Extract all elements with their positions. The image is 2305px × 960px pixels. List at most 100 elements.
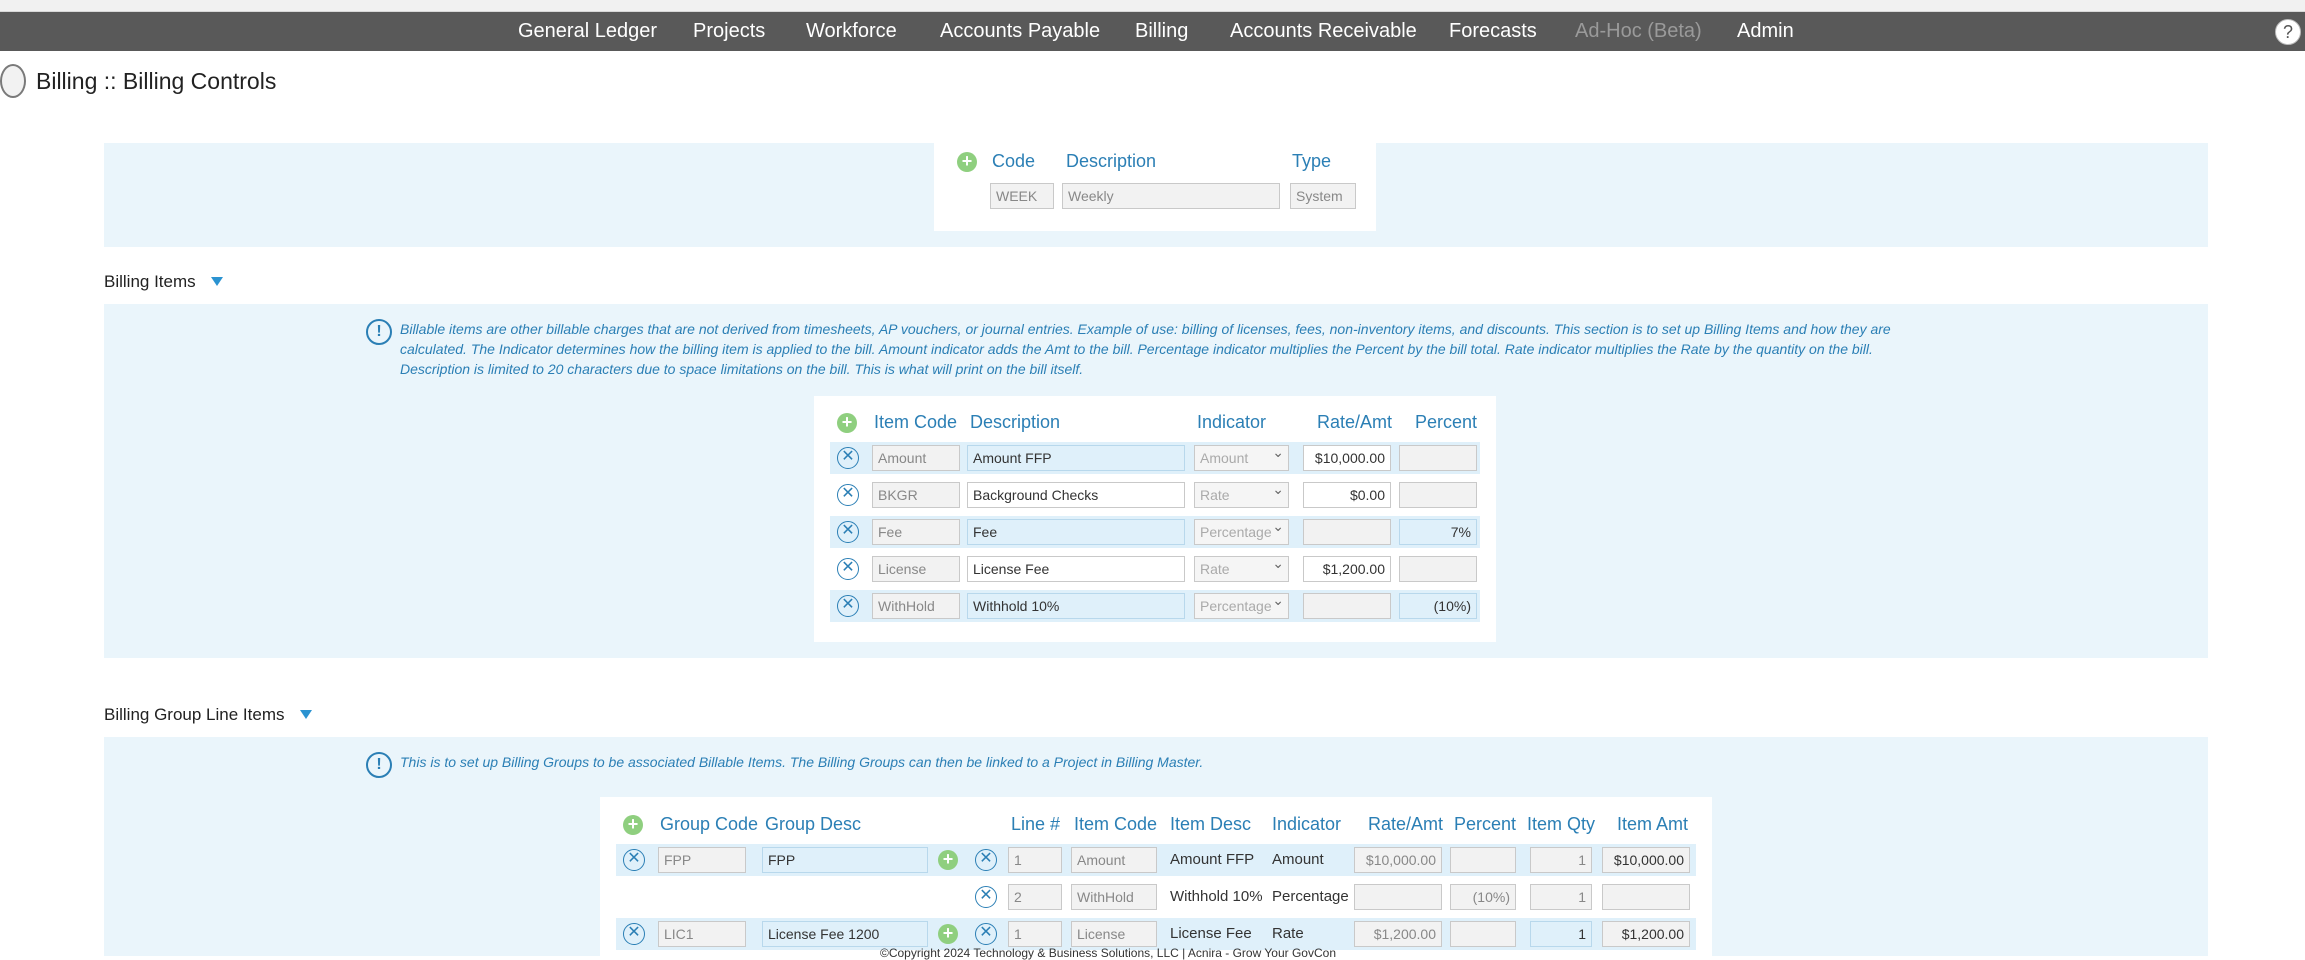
- item-indicator-select: Rate: [1194, 482, 1289, 508]
- item-percent-field[interactable]: 7%: [1399, 519, 1477, 545]
- frequency-card: + Code Description Type WEEK Weekly Syst…: [934, 143, 1376, 231]
- item-indicator-select: Percentage: [1194, 593, 1289, 619]
- item-code-field: WithHold: [872, 593, 960, 619]
- nav-accounts-receivable[interactable]: Accounts Receivable: [1230, 20, 1417, 43]
- item-rate-amt-field: [1303, 519, 1391, 545]
- line-item-amt-field: $1,200.00: [1602, 921, 1690, 947]
- delete-row-icon[interactable]: ✕: [837, 484, 859, 506]
- add-frequency-icon[interactable]: +: [957, 152, 977, 172]
- add-billing-group-icon[interactable]: +: [623, 815, 643, 835]
- billing-group-card: + Group Code Group Desc Line # Item Code…: [600, 797, 1712, 956]
- line-item-qty-field[interactable]: 1: [1530, 921, 1592, 947]
- help-icon[interactable]: ?: [2275, 19, 2301, 45]
- line-rate-amt-field: [1354, 884, 1442, 910]
- add-line-icon[interactable]: +: [938, 924, 958, 944]
- header-item-qty: Item Qty: [1527, 814, 1596, 834]
- delete-line-icon[interactable]: ✕: [975, 849, 997, 871]
- nav-admin[interactable]: Admin: [1737, 20, 1794, 43]
- billing-items-info-icon: !: [366, 319, 392, 345]
- frequency-header-description: Description: [1066, 151, 1157, 171]
- line-number-field: 1: [1008, 847, 1062, 873]
- frequency-description-field: Weekly: [1062, 183, 1280, 209]
- nav-projects[interactable]: Projects: [693, 20, 765, 43]
- billing-items-info-text: Billable items are other billable charge…: [400, 321, 1891, 377]
- line-percent-field: [1450, 921, 1516, 947]
- add-billing-item-icon[interactable]: +: [837, 413, 857, 433]
- header-item-amt: Item Amt: [1617, 814, 1689, 834]
- group-desc-field[interactable]: FPP: [762, 847, 928, 873]
- header-item-code: Item Code: [874, 412, 958, 432]
- line-item-desc: License Fee: [1170, 925, 1252, 942]
- delete-line-icon[interactable]: ✕: [975, 886, 997, 908]
- header-percent: Percent: [1415, 412, 1478, 432]
- nav-general-ledger[interactable]: General Ledger: [518, 20, 657, 43]
- item-code-field: Amount: [872, 445, 960, 471]
- item-description-field[interactable]: Amount FFP: [967, 445, 1185, 471]
- group-code-field: LIC1: [658, 921, 746, 947]
- delete-row-icon[interactable]: ✕: [837, 595, 859, 617]
- line-indicator: Amount: [1272, 851, 1324, 868]
- item-indicator-select: Amount: [1194, 445, 1289, 471]
- billing-group-items-label[interactable]: Billing Group Line Items: [104, 705, 284, 725]
- frequency-header-type: Type: [1292, 151, 1332, 171]
- line-rate-amt-field: $1,200.00: [1354, 921, 1442, 947]
- billing-items-toggle-icon[interactable]: [211, 277, 223, 286]
- item-description-field[interactable]: Background Checks: [967, 482, 1185, 508]
- nav-forecasts[interactable]: Forecasts: [1449, 20, 1537, 43]
- header-item-code: Item Code: [1074, 814, 1158, 834]
- footer-copyright: ©Copyright 2024 Technology & Business So…: [880, 946, 1336, 960]
- line-percent-field: [1450, 847, 1516, 873]
- line-percent-field: (10%): [1450, 884, 1516, 910]
- line-item-qty-field: 1: [1530, 884, 1592, 910]
- item-description-field[interactable]: Fee: [967, 519, 1185, 545]
- line-item-amt-field: $10,000.00: [1602, 847, 1690, 873]
- item-description-field[interactable]: Withhold 10%: [967, 593, 1185, 619]
- header-percent: Percent: [1454, 814, 1517, 834]
- billing-group-items-toggle-icon[interactable]: [300, 710, 312, 719]
- item-code-field: BKGR: [872, 482, 960, 508]
- line-item-code-field: Amount: [1071, 847, 1157, 873]
- line-item-code-field: WithHold: [1071, 884, 1157, 910]
- billing-module-icon: [0, 64, 26, 98]
- main-navbar: General Ledger Projects Workforce Accoun…: [0, 12, 2305, 51]
- header-description: Description: [970, 412, 1061, 432]
- nav-workforce[interactable]: Workforce: [806, 20, 897, 43]
- nav-adhoc-beta: Ad-Hoc (Beta): [1575, 20, 1702, 42]
- delete-row-icon[interactable]: ✕: [837, 521, 859, 543]
- group-code-field: FPP: [658, 847, 746, 873]
- group-desc-field[interactable]: License Fee 1200: [762, 921, 928, 947]
- line-rate-amt-field: $10,000.00: [1354, 847, 1442, 873]
- line-number-field: 1: [1008, 921, 1062, 947]
- item-rate-amt-field[interactable]: $1,200.00: [1303, 556, 1391, 582]
- item-indicator-select: Rate: [1194, 556, 1289, 582]
- billing-items-label[interactable]: Billing Items: [104, 272, 196, 292]
- billing-group-info-text: This is to set up Billing Groups to be a…: [400, 754, 1204, 770]
- item-code-field: Fee: [872, 519, 960, 545]
- item-percent-field[interactable]: (10%): [1399, 593, 1477, 619]
- item-indicator-select: Percentage: [1194, 519, 1289, 545]
- delete-line-icon[interactable]: ✕: [975, 923, 997, 945]
- header-indicator: Indicator: [1272, 814, 1342, 834]
- item-rate-amt-field[interactable]: $10,000.00: [1303, 445, 1391, 471]
- line-item-desc: Amount FFP: [1170, 851, 1255, 868]
- delete-row-icon[interactable]: ✕: [837, 447, 859, 469]
- frequency-code-field: WEEK: [990, 183, 1054, 209]
- nav-accounts-payable[interactable]: Accounts Payable: [940, 20, 1100, 43]
- header-group-desc: Group Desc: [765, 814, 862, 834]
- header-rate-amt: Rate/Amt: [1317, 412, 1393, 432]
- item-percent-field: [1399, 556, 1477, 582]
- item-percent-field: [1399, 482, 1477, 508]
- line-indicator: Percentage: [1272, 888, 1349, 905]
- item-description-field[interactable]: License Fee: [967, 556, 1185, 582]
- item-percent-field: [1399, 445, 1477, 471]
- add-line-icon[interactable]: +: [938, 850, 958, 870]
- frequency-type-field: System: [1290, 183, 1356, 209]
- header-indicator: Indicator: [1197, 412, 1267, 432]
- delete-group-icon[interactable]: ✕: [623, 849, 645, 871]
- item-rate-amt-field[interactable]: $0.00: [1303, 482, 1391, 508]
- nav-billing[interactable]: Billing: [1135, 20, 1188, 43]
- delete-group-icon[interactable]: ✕: [623, 923, 645, 945]
- line-indicator: Rate: [1272, 925, 1304, 942]
- delete-row-icon[interactable]: ✕: [837, 558, 859, 580]
- frequency-header-code: Code: [992, 151, 1036, 171]
